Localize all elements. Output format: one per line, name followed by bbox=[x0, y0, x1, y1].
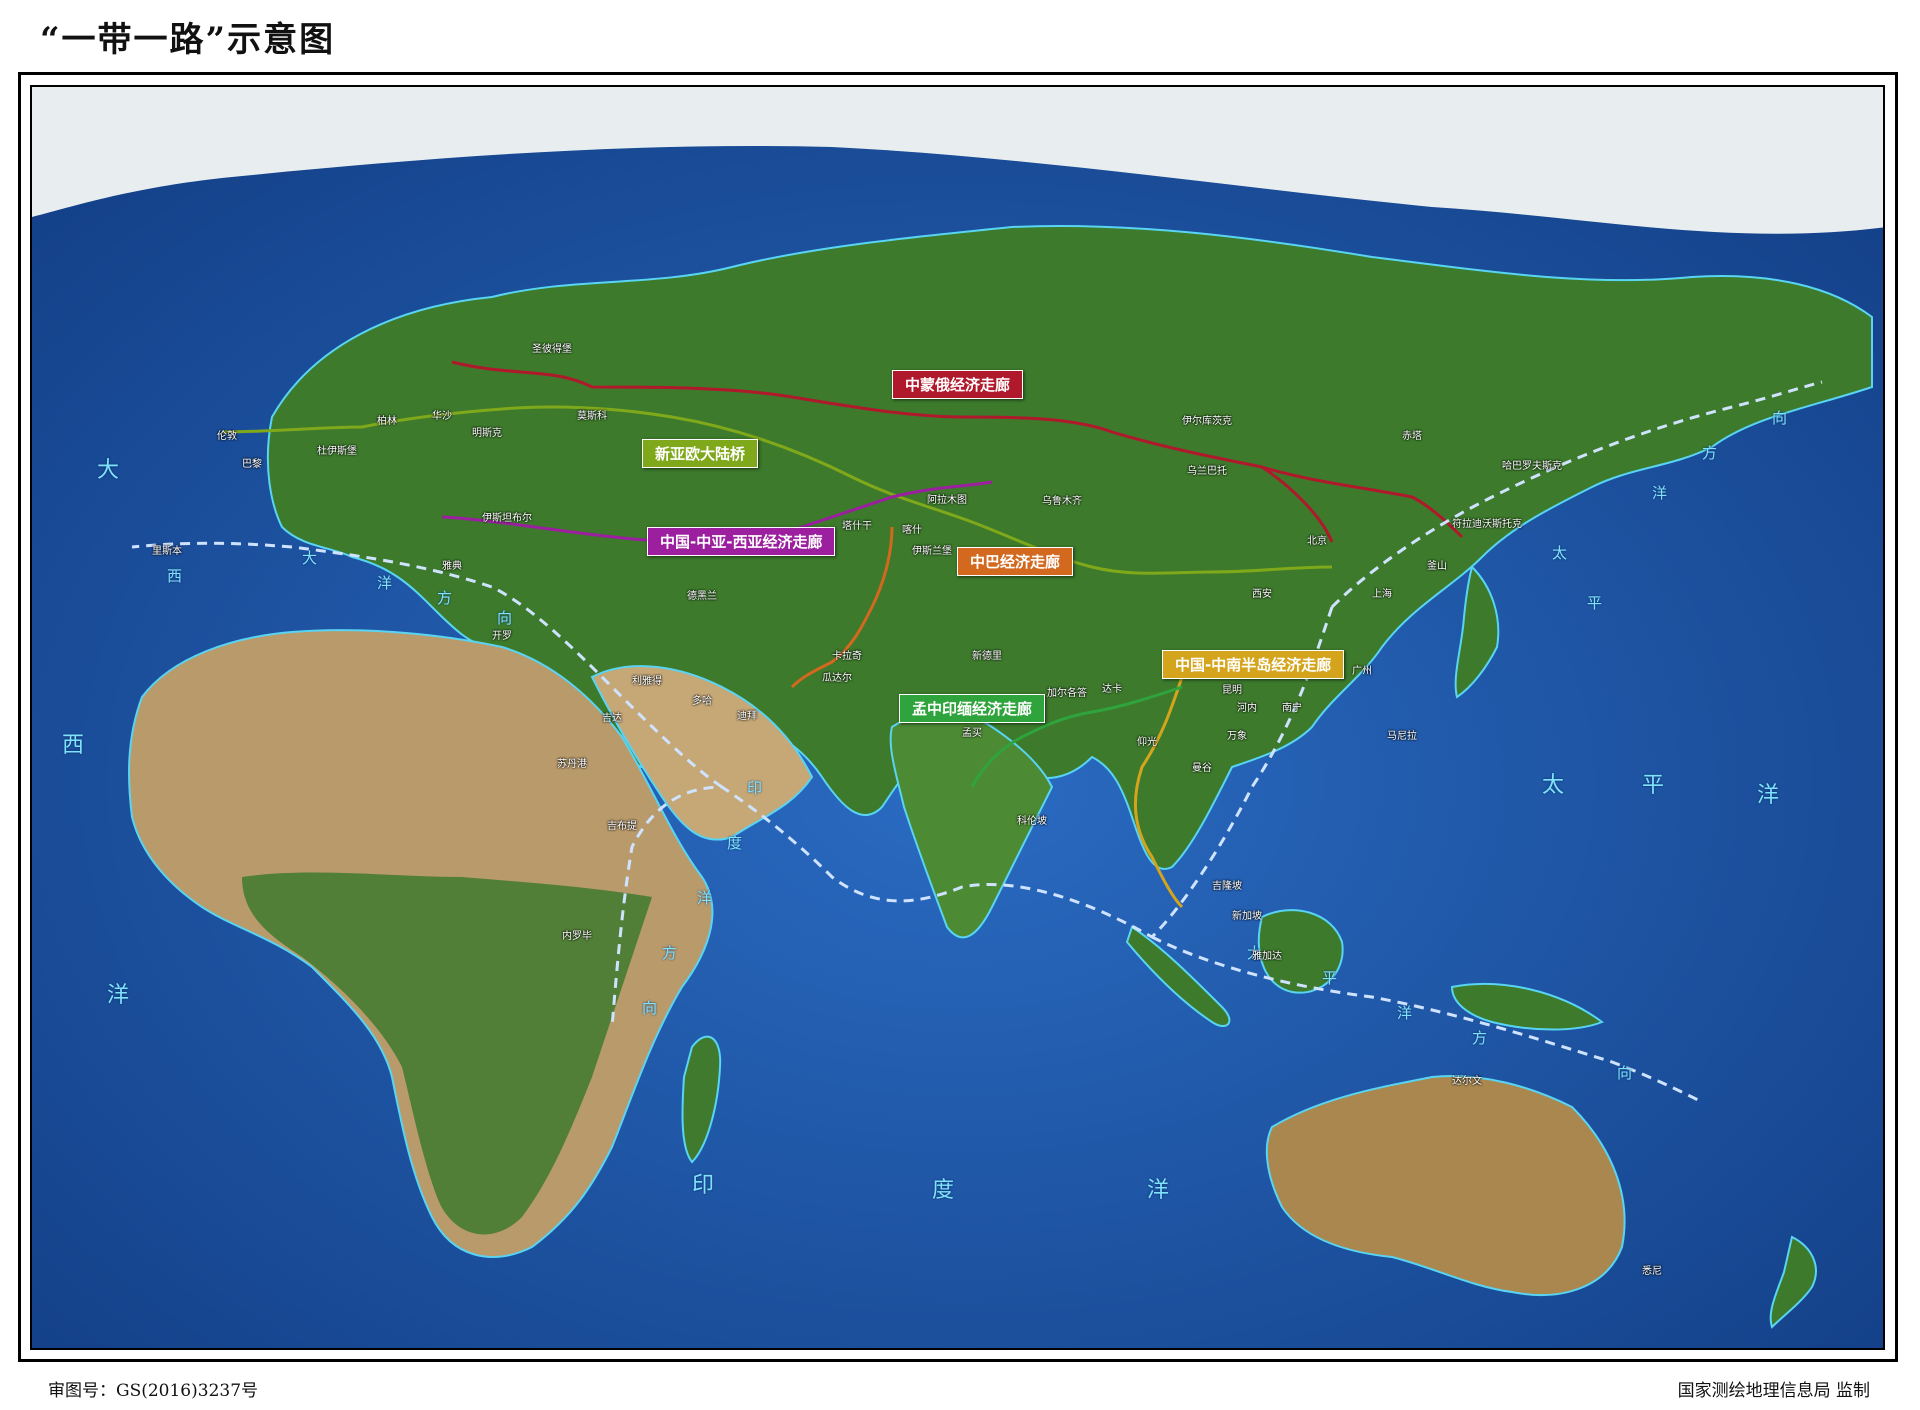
city-label: 明斯克 bbox=[472, 428, 502, 439]
city-label: 孟买 bbox=[962, 728, 982, 739]
city-label: 伊斯兰堡 bbox=[912, 546, 952, 557]
city-label: 德黑兰 bbox=[687, 591, 717, 602]
city-label: 瓜达尔 bbox=[822, 673, 852, 684]
city-label: 伊斯坦布尔 bbox=[482, 513, 532, 524]
corridor-label-china-indochina: 中国-中南半岛经济走廊 bbox=[1162, 650, 1345, 679]
city-label: 杜伊斯堡 bbox=[317, 446, 357, 457]
city-label: 多哈 bbox=[692, 696, 712, 707]
corridor-label-china-pakistan: 中巴经济走廊 bbox=[957, 547, 1074, 576]
city-label: 符拉迪沃斯托克 bbox=[1452, 519, 1522, 530]
city-label: 柏林 bbox=[377, 416, 397, 427]
map-canvas: 中蒙俄经济走廊 新亚欧大陆桥 中国-中亚-西亚经济走廊 中巴经济走廊 中国-中南… bbox=[30, 85, 1885, 1350]
city-label: 釜山 bbox=[1427, 561, 1447, 572]
ocean-label-pacific-1: 太 bbox=[1542, 773, 1565, 798]
route-label-pacific-s-5: 向 bbox=[1617, 1064, 1633, 1082]
city-label: 迪拜 bbox=[737, 711, 757, 722]
route-label-pacific-s-4: 方 bbox=[1472, 1029, 1488, 1047]
ocean-label-indian-1: 印 bbox=[692, 1173, 715, 1198]
route-label-pacific-n-1: 太 bbox=[1552, 544, 1568, 562]
city-label: 华沙 bbox=[432, 411, 452, 422]
city-label: 伊尔库茨克 bbox=[1182, 416, 1232, 427]
route-label-atlantic-3: 洋 bbox=[377, 574, 393, 592]
ocean-label-atlantic-2: 西 bbox=[62, 733, 85, 758]
route-label-indian-1: 印 bbox=[747, 779, 763, 797]
city-label: 加尔各答 bbox=[1047, 688, 1087, 699]
ocean-label-indian-3: 洋 bbox=[1147, 1178, 1170, 1203]
city-label: 仰光 bbox=[1137, 737, 1157, 748]
city-label: 曼谷 bbox=[1192, 763, 1212, 774]
city-label: 广州 bbox=[1352, 666, 1372, 677]
city-label: 阿拉木图 bbox=[927, 495, 967, 506]
city-label: 塔什干 bbox=[842, 521, 872, 532]
city-label: 雅典 bbox=[442, 561, 462, 572]
ocean-label-atlantic-1: 大 bbox=[97, 458, 120, 483]
route-label-indian-4: 方 bbox=[662, 944, 678, 962]
city-label: 吉隆坡 bbox=[1212, 881, 1242, 892]
city-label: 哈巴罗夫斯克 bbox=[1502, 461, 1562, 472]
route-label-pacific-n-3: 洋 bbox=[1652, 484, 1668, 502]
route-label-indian-2: 度 bbox=[727, 834, 743, 852]
corridor-label-central-west-asia: 中国-中亚-西亚经济走廊 bbox=[647, 527, 836, 556]
corridor-label-land-bridge: 新亚欧大陆桥 bbox=[642, 439, 759, 468]
ocean-label-pacific-2: 平 bbox=[1642, 773, 1665, 798]
city-label: 开罗 bbox=[492, 631, 512, 642]
ocean-label-pacific-3: 洋 bbox=[1757, 783, 1780, 808]
city-label: 科伦坡 bbox=[1017, 816, 1047, 827]
city-label: 赤塔 bbox=[1402, 431, 1422, 442]
city-label: 乌兰巴托 bbox=[1187, 466, 1227, 477]
ocean-label-atlantic-3: 洋 bbox=[107, 983, 130, 1008]
city-label: 利雅得 bbox=[632, 676, 662, 687]
city-label: 河内 bbox=[1237, 703, 1257, 714]
city-label: 雅加达 bbox=[1252, 951, 1282, 962]
city-label: 苏丹港 bbox=[557, 759, 587, 770]
city-label: 新德里 bbox=[972, 651, 1002, 662]
city-label: 里斯本 bbox=[152, 546, 182, 557]
approval-number: 审图号：GS(2016)3237号 bbox=[48, 1381, 259, 1401]
city-label: 达卡 bbox=[1102, 684, 1122, 695]
route-label-pacific-n-2: 平 bbox=[1587, 594, 1603, 612]
supervisor-credit: 国家测绘地理信息局 监制 bbox=[1677, 1381, 1870, 1401]
city-label: 马尼拉 bbox=[1387, 731, 1417, 742]
ocean-label-indian-2: 度 bbox=[932, 1178, 955, 1203]
route-label-pacific-s-3: 洋 bbox=[1397, 1004, 1413, 1022]
route-label-atlantic-4: 方 bbox=[437, 589, 453, 607]
city-label: 伦敦 bbox=[217, 431, 237, 442]
city-label: 昆明 bbox=[1222, 685, 1242, 696]
route-label-indian-5: 向 bbox=[642, 999, 658, 1017]
route-label-pacific-n-4: 方 bbox=[1702, 444, 1718, 462]
city-label: 内罗毕 bbox=[562, 931, 592, 942]
city-label: 达尔文 bbox=[1452, 1076, 1482, 1087]
corridor-label-china-mongolia-russia: 中蒙俄经济走廊 bbox=[892, 370, 1024, 399]
route-label-indian-3: 洋 bbox=[697, 889, 713, 907]
city-label: 上海 bbox=[1372, 589, 1392, 600]
city-label: 吉布提 bbox=[607, 821, 637, 832]
route-label-atlantic-5: 向 bbox=[497, 609, 513, 627]
route-label-atlantic-1: 大 bbox=[302, 549, 318, 567]
route-label-atlantic-2: 西 bbox=[167, 567, 183, 585]
city-label: 圣彼得堡 bbox=[532, 344, 572, 355]
city-label: 新加坡 bbox=[1232, 911, 1262, 922]
city-label: 巴黎 bbox=[242, 459, 262, 470]
corridor-label-bcim: 孟中印缅经济走廊 bbox=[899, 694, 1046, 723]
city-label: 南宁 bbox=[1282, 703, 1302, 714]
route-label-pacific-s-2: 平 bbox=[1322, 969, 1338, 987]
city-label: 万象 bbox=[1227, 731, 1247, 742]
city-label: 喀什 bbox=[902, 525, 922, 536]
city-label: 卡拉奇 bbox=[832, 651, 862, 662]
city-label: 西安 bbox=[1252, 589, 1272, 600]
city-label: 莫斯科 bbox=[577, 411, 607, 422]
city-label: 北京 bbox=[1307, 536, 1327, 547]
route-label-pacific-n-5: 向 bbox=[1772, 409, 1788, 427]
city-label: 悉尼 bbox=[1642, 1266, 1662, 1277]
map-title: “一带一路”示意图 bbox=[40, 20, 336, 60]
city-label: 吉达 bbox=[602, 713, 622, 724]
city-label: 乌鲁木齐 bbox=[1042, 496, 1082, 507]
